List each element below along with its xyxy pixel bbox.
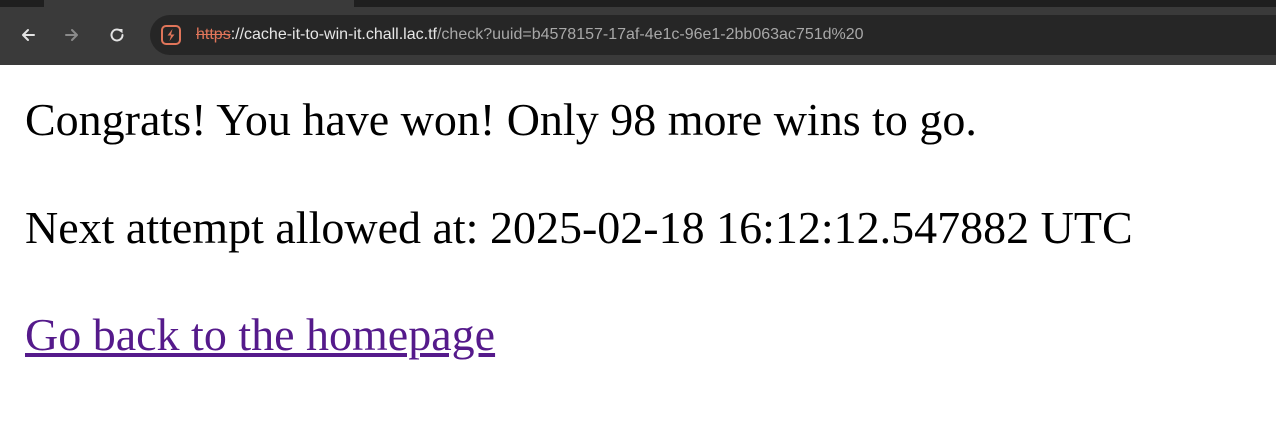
browser-toolbar: https://cache-it-to-win-it.chall.lac.tf/… <box>0 0 1276 65</box>
url-host: ://cache-it-to-win-it.chall.lac.tf <box>230 26 437 43</box>
reload-icon <box>110 28 124 42</box>
address-bar[interactable]: https://cache-it-to-win-it.chall.lac.tf/… <box>150 15 1276 55</box>
active-tab[interactable] <box>44 0 354 7</box>
next-attempt-text: Next attempt allowed at: 2025-02-18 16:1… <box>25 202 1133 253</box>
win-message: Congrats! You have won! Only 98 more win… <box>25 94 977 145</box>
url-path: /check?uuid=b4578157-17af-4e1c-96e1-2bb0… <box>436 26 864 43</box>
url-scheme: https <box>196 26 231 43</box>
tab-strip <box>0 0 1276 7</box>
back-button[interactable] <box>13 20 43 50</box>
url-text[interactable]: https://cache-it-to-win-it.chall.lac.tf/… <box>196 25 864 45</box>
forward-button[interactable] <box>57 20 87 50</box>
arrow-right-icon <box>65 29 78 41</box>
reload-button[interactable] <box>102 20 132 50</box>
not-secure-lock-icon <box>161 25 181 45</box>
site-info-button[interactable] <box>160 24 182 46</box>
homepage-link-paragraph: Go back to the homepage <box>25 305 495 365</box>
homepage-link[interactable]: Go back to the homepage <box>25 309 495 360</box>
arrow-left-icon <box>22 29 35 41</box>
